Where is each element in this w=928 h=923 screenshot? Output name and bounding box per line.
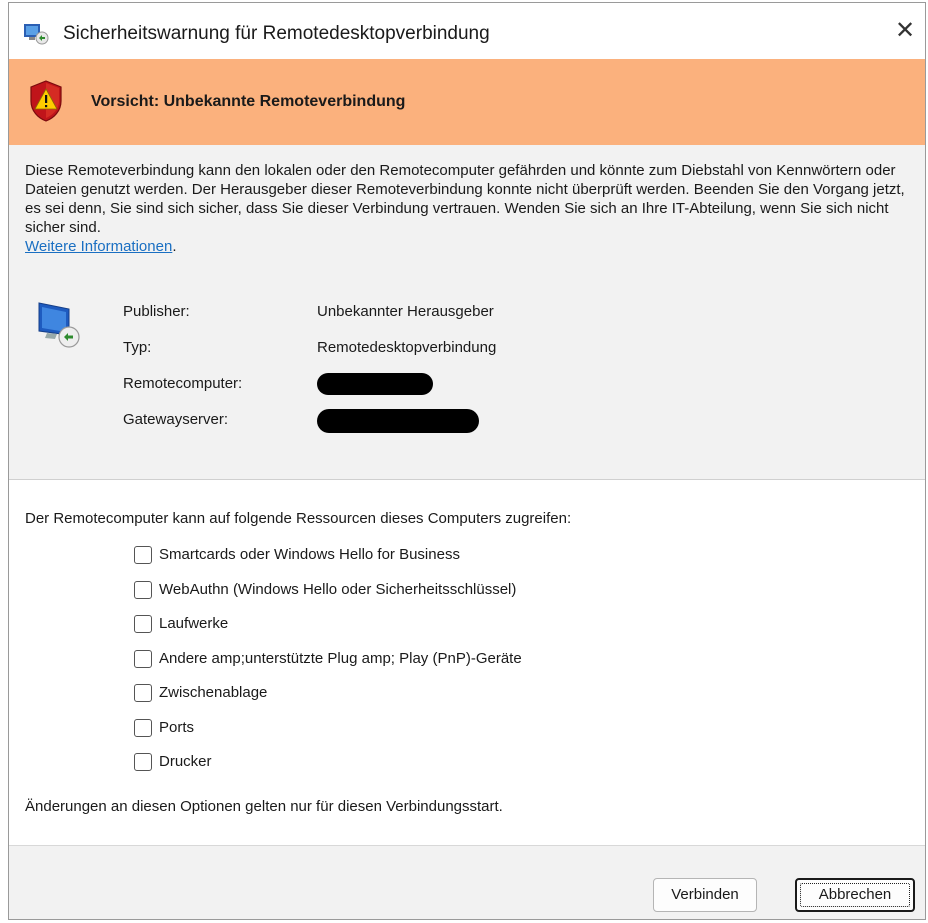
close-button[interactable]: ✕ xyxy=(885,11,925,51)
webauthn-checkbox[interactable] xyxy=(134,580,152,599)
resources-heading: Der Remotecomputer kann auf folgende Res… xyxy=(25,510,572,527)
remote-computer-label: Remotecomputer: xyxy=(123,375,243,392)
cancel-button[interactable]: Abbrechen xyxy=(795,878,915,912)
focus-ring xyxy=(800,883,910,907)
warning-description: Diese Remoteverbindung kann den lokalen … xyxy=(25,161,905,256)
pnp-devices-checkbox[interactable] xyxy=(134,649,152,668)
more-info-link[interactable]: Weitere Informationen xyxy=(25,238,172,255)
webauthn-label[interactable]: WebAuthn (Windows Hello oder Sicherheits… xyxy=(159,581,516,598)
title-bar: Sicherheitswarnung für Remotedesktopverb… xyxy=(9,3,925,59)
remote-desktop-app-icon xyxy=(23,23,49,45)
security-warning-dialog: Sicherheitswarnung für Remotedesktopverb… xyxy=(8,2,926,920)
drives-label[interactable]: Laufwerke xyxy=(159,615,228,632)
gateway-server-label: Gatewayserver: xyxy=(123,411,229,428)
smartcards-label[interactable]: Smartcards oder Windows Hello for Busine… xyxy=(159,546,460,563)
options-note: Änderungen an diesen Optionen gelten nur… xyxy=(25,798,503,815)
description-text: Diese Remoteverbindung kann den lokalen … xyxy=(25,162,905,236)
remote-computer-value-redacted xyxy=(317,373,433,395)
drives-checkbox[interactable] xyxy=(134,615,152,633)
printers-checkbox[interactable] xyxy=(134,753,152,771)
clipboard-checkbox[interactable] xyxy=(134,684,152,702)
remote-computer-icon xyxy=(33,299,85,351)
clipboard-label[interactable]: Zwischenablage xyxy=(159,684,267,701)
link-suffix: . xyxy=(172,238,177,255)
publisher-label: Publisher: xyxy=(123,303,190,320)
warning-title: Vorsicht: Unbekannte Remoteverbindung xyxy=(91,93,406,110)
publisher-value: Unbekannter Herausgeber xyxy=(317,303,494,320)
type-value: Remotedesktopverbindung xyxy=(317,339,497,356)
pnp-devices-label[interactable]: Andere amp;unterstützte Plug amp; Play (… xyxy=(159,650,522,667)
connection-details-section: Diese Remoteverbindung kann den lokalen … xyxy=(9,145,925,479)
warning-banner: Vorsicht: Unbekannte Remoteverbindung xyxy=(9,59,925,145)
ports-label[interactable]: Ports xyxy=(159,719,194,736)
dialog-footer: Verbinden Abbrechen xyxy=(9,845,925,919)
gateway-server-value-redacted xyxy=(317,409,479,433)
window-title: Sicherheitswarnung für Remotedesktopverb… xyxy=(63,23,490,44)
connect-button[interactable]: Verbinden xyxy=(653,878,757,912)
ports-checkbox[interactable] xyxy=(134,718,152,737)
printers-label[interactable]: Drucker xyxy=(159,753,212,770)
resources-section: Der Remotecomputer kann auf folgende Res… xyxy=(9,480,925,845)
type-label: Typ: xyxy=(123,339,152,356)
smartcards-checkbox[interactable] xyxy=(134,546,152,564)
shield-warning-icon xyxy=(29,79,63,123)
